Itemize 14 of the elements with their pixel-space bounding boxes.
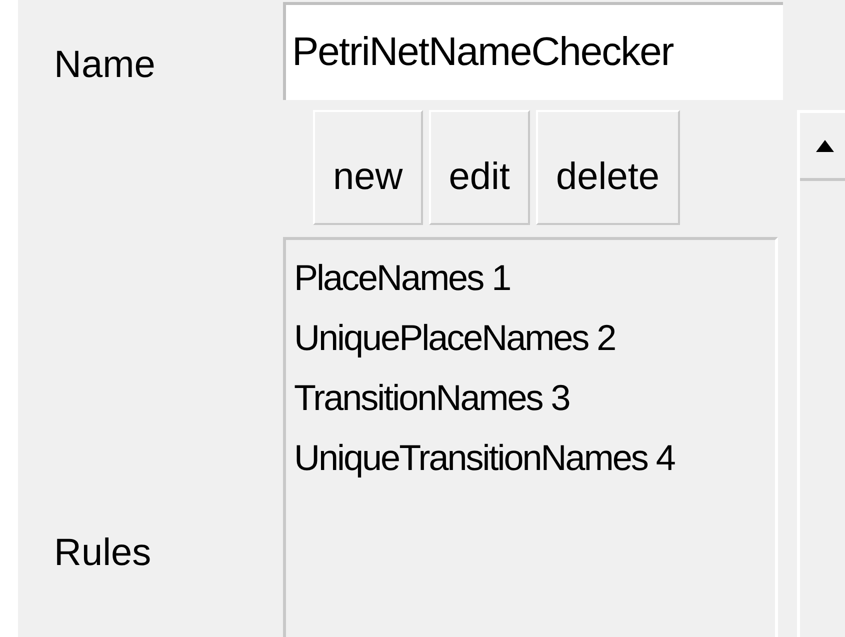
action-button[interactable]: edit	[428, 110, 530, 225]
rule-item[interactable]: TransitionNames 3	[294, 368, 767, 428]
action-button[interactable]: new	[313, 110, 423, 225]
rules-label: Rules	[53, 534, 152, 572]
rule-item[interactable]: UniqueTransitionNames 4	[294, 428, 767, 488]
name-field[interactable]: PetriNetNameChecker	[283, 2, 783, 100]
scrollbar[interactable]	[797, 110, 845, 637]
rule-item[interactable]: UniquePlaceNames 2	[294, 308, 767, 368]
name-label: Name	[53, 46, 156, 84]
up-arrow-icon	[815, 138, 835, 152]
rule-item[interactable]: PlaceNames 1	[294, 248, 767, 308]
rules-listbox[interactable]: PlaceNames 1 UniquePlaceNames 2 TransitionNames 3 UniqueTransitionNames 4	[283, 237, 778, 637]
action-button[interactable]: delete	[536, 110, 680, 225]
scroll-up-button[interactable]	[800, 110, 845, 181]
